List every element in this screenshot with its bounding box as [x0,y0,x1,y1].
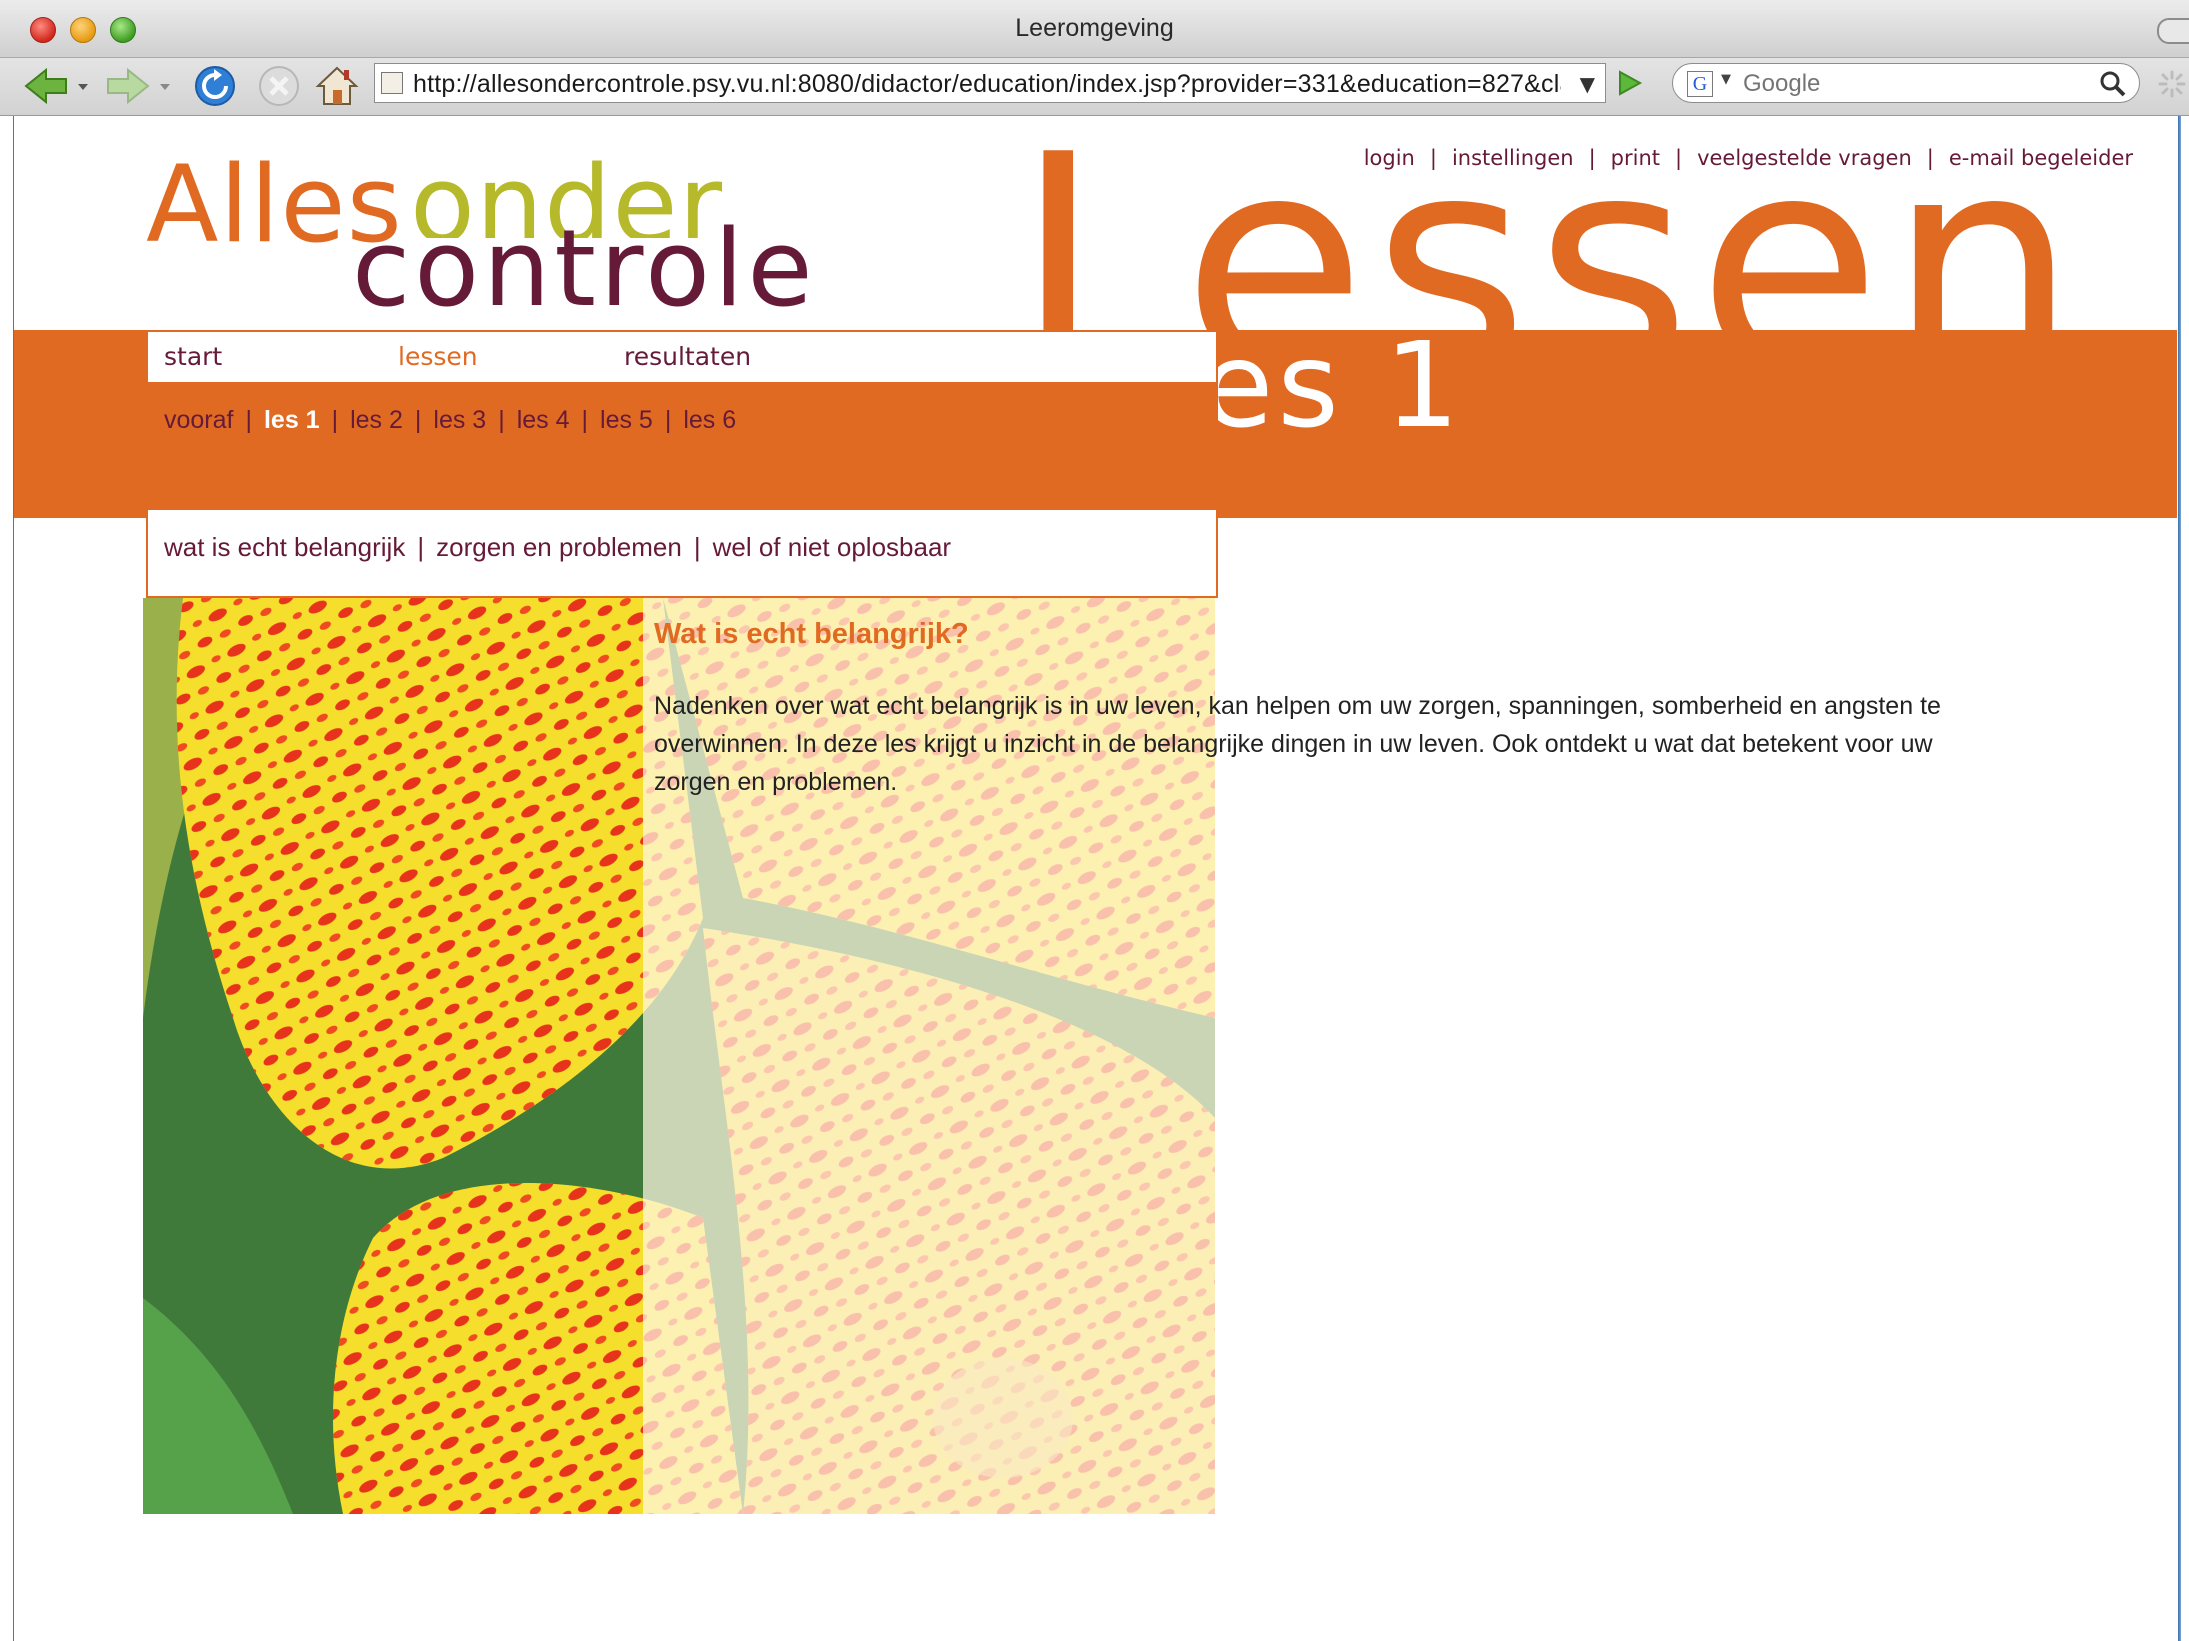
reload-icon [195,66,235,106]
spinner-icon [2158,70,2186,98]
home-button[interactable] [314,64,360,108]
browser-toolbar: http://allesondercontrole.psy.vu.nl:8080… [0,58,2189,116]
section-title: Lessen [1014,116,2084,331]
back-icon [24,67,88,105]
forward-icon [107,67,170,105]
lesson-link-les-4[interactable]: les 4 [517,406,570,434]
window-right-edge [2178,116,2181,1641]
go-button[interactable] [1614,68,1646,102]
reload-button[interactable] [192,64,238,108]
go-icon [1619,70,1643,96]
sub-link-wat-is-echt-belangrijk[interactable]: wat is echt belangrijk [164,532,405,562]
window-titlebar: Leeromgeving [0,0,2189,58]
navigation-panel: start lessen resultaten vooraf | les 1 | les… [146,330,1218,598]
search-input[interactable] [1743,70,2073,98]
sub-link-zorgen-en-problemen[interactable]: zorgen en problemen [436,532,682,562]
link-separator: | [693,532,701,562]
sub-link-wel-of-niet-oplosbaar[interactable]: wel of niet oplosbaar [713,532,951,562]
stop-button[interactable] [256,64,302,108]
sub-links: wat is echt belangrijk | zorgen en problem… [164,532,951,563]
search-engine-dropdown-icon[interactable]: ▼ [1721,72,1731,87]
search-engine-icon[interactable]: G [1687,71,1713,97]
window-title: Leeromgeving [1015,14,1174,42]
link-separator: | [498,406,505,434]
search-icon[interactable] [2099,70,2127,98]
link-separator: | [331,406,339,434]
web-page: Lessen Alles onder controle login | instel… [14,116,2177,1641]
content-body: Nadenken over wat echt belangrijk is in … [654,692,1941,796]
tab-resultaten[interactable]: resultaten [624,342,751,371]
link-separator: | [414,406,422,434]
main-navigation: start lessen resultaten [148,332,1216,384]
lesson-navigation: vooraf | les 1 | les 2 | les 3 | les 4 | les 5 | les… [148,384,1216,510]
link-separator: | [245,406,252,434]
content-heading: Wat is echt belangrijk? [654,618,969,650]
tab-lessen[interactable]: lessen [398,342,478,371]
lesson-links: vooraf | les 1 | les 2 | les 3 | les 4 | les 5 | les… [164,406,736,435]
search-box[interactable]: G ▼ [1672,63,2140,103]
address-bar[interactable]: http://allesondercontrole.psy.vu.nl:8080… [374,63,1606,103]
toolbar-toggle-button[interactable] [2157,18,2189,44]
lesson-link-vooraf[interactable]: vooraf [164,406,233,434]
link-separator: | [581,406,589,434]
lesson-link-les-1[interactable]: les 1 [264,406,320,434]
url-text[interactable]: http://allesondercontrole.psy.vu.nl:8080… [413,70,1561,99]
url-history-dropdown-icon[interactable]: ▼ [1580,72,1595,96]
page-favicon-icon [381,72,403,94]
stop-icon [259,66,299,106]
lesson-link-les-5[interactable]: les 5 [600,406,653,434]
lesson-link-les-6[interactable]: les 6 [683,406,736,434]
link-separator: | [664,406,672,434]
link-separator: | [417,532,425,562]
home-icon [315,66,359,105]
section-title-area: Lessen [14,116,2177,331]
forward-button[interactable] [104,64,174,108]
back-button[interactable] [22,64,92,108]
lesson-content: Wat is echt belangrijk? Nadenken over wa… [654,618,1974,801]
lesson-sub-navigation: wat is echt belangrijk | zorgen en problem… [148,510,1216,596]
lesson-link-les-2[interactable]: les 2 [350,406,403,434]
lesson-link-les-3[interactable]: les 3 [433,406,486,434]
tab-start[interactable]: start [164,342,222,371]
